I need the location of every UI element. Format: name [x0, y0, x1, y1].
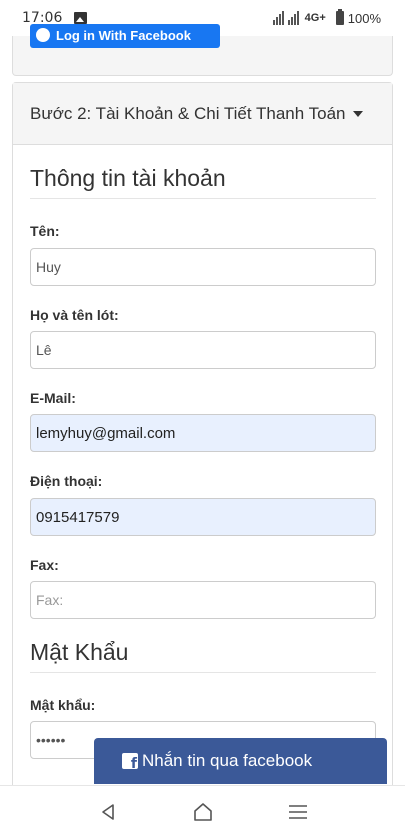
facebook-login-label: Log in With Facebook — [56, 28, 191, 43]
firstname-input[interactable] — [30, 248, 376, 286]
messenger-chat-label: Nhắn tin qua facebook — [142, 751, 313, 770]
password-legend: Mật Khẩu — [30, 639, 376, 673]
fax-input[interactable] — [30, 581, 376, 619]
image-notification-icon — [74, 12, 88, 24]
battery-icon — [335, 9, 344, 25]
page: 17:06 4G+ 100% Log in With Facebook Bước… — [0, 0, 405, 837]
facebook-icon — [122, 753, 138, 769]
network-type: 4G+ — [304, 12, 326, 24]
nav-recents-button[interactable] — [278, 792, 318, 832]
step2-title: Bước 2: Tài Khoản & Chi Tiết Thanh Toán — [30, 103, 346, 123]
firstname-label: Tên: — [30, 223, 60, 239]
nav-back-button[interactable] — [88, 792, 128, 832]
account-info-legend: Thông tin tài khoản — [30, 165, 376, 199]
step1-panel: Log in With Facebook — [12, 24, 393, 76]
messenger-chat-button[interactable]: Nhắn tin qua facebook — [94, 738, 387, 784]
status-indicators: 4G+ 100% — [272, 9, 381, 26]
email-input[interactable] — [30, 414, 376, 452]
signal-icon-2 — [287, 11, 299, 25]
phone-label: Điện thoại: — [30, 473, 103, 489]
home-icon — [193, 802, 212, 821]
password-label: Mật khẩu: — [30, 697, 96, 713]
lastname-input[interactable] — [30, 331, 376, 369]
battery-level: 100% — [347, 10, 381, 26]
facebook-icon — [36, 28, 50, 42]
recents-icon — [288, 804, 307, 819]
caret-down-icon — [352, 110, 363, 117]
back-icon — [101, 803, 114, 820]
step2-panel: Bước 2: Tài Khoản & Chi Tiết Thanh Toán … — [12, 82, 393, 837]
system-nav-bar — [0, 785, 405, 837]
nav-home-button[interactable] — [183, 792, 223, 832]
step2-heading[interactable]: Bước 2: Tài Khoản & Chi Tiết Thanh Toán — [13, 83, 392, 145]
lastname-label: Họ và tên lót: — [30, 307, 119, 323]
fax-label: Fax: — [30, 557, 59, 573]
phone-input[interactable] — [30, 498, 376, 536]
email-label: E-Mail: — [30, 390, 76, 406]
signal-icon — [272, 11, 284, 25]
facebook-login-button[interactable]: Log in With Facebook — [30, 24, 220, 48]
